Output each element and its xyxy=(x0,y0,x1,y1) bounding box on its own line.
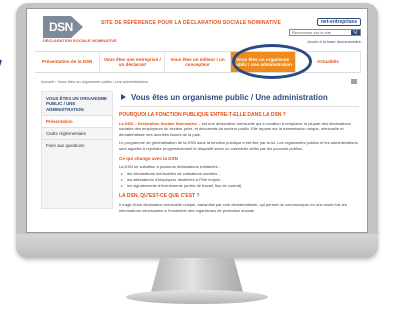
breadcrumb[interactable]: Accueil › Vous êtes un organisme public … xyxy=(41,79,148,84)
partner-logo[interactable]: net-entreprises xyxy=(316,18,361,26)
bullet-list: les déclarations mensuelles de cotisatio… xyxy=(119,171,359,188)
monitor-stand-neck xyxy=(151,258,243,292)
nav-item-entreprise[interactable]: Vous êtes une entreprise / un déclarant xyxy=(100,52,166,72)
main-nav: Présentation de la DSN Vous êtes une ent… xyxy=(35,51,362,73)
logo-subtitle: DÉCLARATION SOCIALE NOMINATIVE xyxy=(43,38,117,43)
print-icon[interactable] xyxy=(351,79,357,84)
header-link[interactable]: Accès à la base documentaire xyxy=(307,39,361,44)
search-input[interactable]: Rechercher sur le site Q xyxy=(289,29,361,36)
page-title-text: Vous êtes un organisme public / Une admi… xyxy=(131,93,328,102)
site-tagline: SITE DE RÉFÉRENCE POUR LA DÉCLARATION SO… xyxy=(101,20,282,26)
paragraph-highlight: La DSN – Déclaration Sociale Nominative … xyxy=(119,121,201,126)
logo-mark: DSN xyxy=(43,16,83,38)
list-item: les signalements d'événements (arrêts de… xyxy=(121,183,359,189)
header-right: net-entreprises xyxy=(281,10,361,28)
sidebar-item-faq[interactable]: Foire aux questions xyxy=(42,138,112,151)
paragraph: Il s'agit d'une déclaration mensuelle un… xyxy=(119,202,347,213)
annotation-line xyxy=(0,59,2,114)
nav-item-editeur[interactable]: Vous êtes un éditeur / un concepteur xyxy=(165,52,231,72)
search-button[interactable]: Q xyxy=(351,30,360,35)
main-content: Vous êtes un organisme public / Une admi… xyxy=(119,91,359,231)
highlight-ring xyxy=(232,44,312,79)
site-header: DSN DÉCLARATION SOCIALE NOMINATIVE SITE … xyxy=(27,9,367,47)
nav-item-presentation[interactable]: Présentation de la DSN xyxy=(35,52,101,72)
paragraph: La DSN – Déclaration Sociale Nominative … xyxy=(119,121,359,137)
page-title: Vous êtes un organisme public / Une admi… xyxy=(119,91,359,107)
sidebar-title: Vous êtes un organisme public / une admi… xyxy=(46,96,107,112)
paragraph: La DSN se substitue à plusieurs déclarat… xyxy=(119,163,220,169)
monitor-chin xyxy=(16,234,378,258)
sidebar-item-cadre[interactable]: Cadre réglementaire xyxy=(42,126,112,139)
monitor-stand-base xyxy=(126,290,268,304)
section-title: Pourquoi la fonction publique entre-t-el… xyxy=(119,112,286,118)
paragraph: Le programme de généralisation de la DSN… xyxy=(119,140,358,151)
sidebar-item-presentation[interactable]: Présentation xyxy=(42,114,112,127)
sidebar: Vous êtes un organisme public / une admi… xyxy=(41,91,113,209)
title-arrow-icon xyxy=(121,94,126,100)
section-title: La DSN, qu'est-ce que c'est ? xyxy=(119,193,200,200)
monitor-screen: DSN DÉCLARATION SOCIALE NOMINATIVE SITE … xyxy=(26,8,368,233)
dsn-logo[interactable]: DSN DÉCLARATION SOCIALE NOMINATIVE xyxy=(43,16,117,44)
search-placeholder: Rechercher sur le site xyxy=(292,30,331,35)
subsection-title: Ce qui change avec la DSN xyxy=(119,155,178,161)
